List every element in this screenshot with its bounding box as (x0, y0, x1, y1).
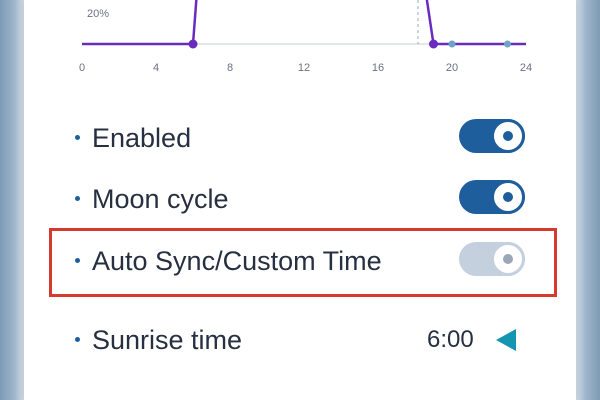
x-tick-label: 20 (446, 62, 458, 74)
light-schedule-chart: 20% 0 4 8 12 16 20 24 (79, 0, 532, 74)
x-tick-label: 8 (227, 62, 233, 74)
toggle-knob-dot (503, 131, 513, 141)
bullet-dot (75, 337, 80, 342)
sunrise-time-value[interactable]: 6:00 (427, 326, 474, 354)
x-tick-label: 0 (79, 62, 85, 74)
bullet-dot (75, 196, 80, 201)
toggle-knob (491, 242, 525, 276)
x-tick-label: 4 (153, 62, 159, 74)
sunrise-label: Sunrise time (92, 325, 243, 355)
auto-sync-label: Auto Sync/Custom Time (92, 246, 382, 276)
enabled-label: Enabled (92, 123, 192, 153)
toggle-knob-dot (503, 192, 513, 202)
setting-row-moon-cycle: Moon cycle (24, 174, 576, 224)
y-tick-label: 20% (87, 8, 109, 20)
toggle-knob-dot (503, 254, 513, 264)
enabled-toggle[interactable] (459, 119, 525, 153)
bullet-dot (75, 135, 80, 140)
auto-sync-toggle[interactable] (459, 242, 525, 276)
toggle-knob (491, 180, 525, 214)
setting-row-enabled: Enabled (24, 113, 576, 163)
chart-point[interactable] (429, 39, 438, 49)
x-tick-label: 16 (372, 62, 384, 74)
x-tick-label: 24 (520, 62, 532, 74)
x-tick-labels: 0 4 8 12 16 20 24 (79, 62, 532, 74)
schedule-line (82, 0, 526, 46)
settings-panel: 20% 0 4 8 12 16 20 24 Enabled Moon cycle Auto … (24, 0, 576, 400)
chart-point[interactable] (448, 40, 456, 48)
triangle-left-icon[interactable] (496, 329, 516, 351)
moon-cycle-label: Moon cycle (92, 184, 229, 214)
setting-row-sunrise: Sunrise time 6:00 (24, 315, 576, 365)
x-tick-label: 12 (298, 62, 310, 74)
setting-row-auto-sync: Auto Sync/Custom Time (24, 236, 576, 286)
moon-cycle-toggle[interactable] (459, 180, 525, 214)
chart-point[interactable] (188, 39, 198, 49)
toggle-knob (491, 119, 525, 153)
bullet-dot (75, 258, 80, 263)
chart-marks (82, 0, 526, 49)
chart-point[interactable] (504, 40, 511, 48)
